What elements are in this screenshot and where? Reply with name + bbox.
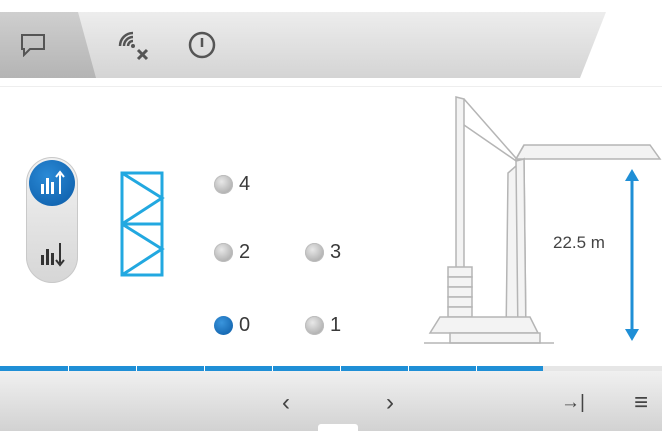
level-option-2[interactable]: 2	[214, 241, 250, 264]
mast-section-icon	[119, 170, 165, 283]
crane-diagram	[420, 95, 662, 356]
radio-indicator	[214, 175, 233, 194]
level-label: 2	[239, 241, 251, 263]
level-label: 0	[239, 314, 251, 336]
height-value: 22.5 m	[553, 233, 605, 252]
raise-mode-icon	[41, 170, 65, 194]
level-label: 3	[330, 241, 342, 263]
tab-bar-background	[0, 12, 606, 78]
next-button[interactable]: ›	[386, 391, 394, 415]
jump-to-end-button[interactable]: →|	[561, 391, 585, 415]
bottom-handle[interactable]	[318, 424, 358, 431]
radio-indicator	[214, 316, 233, 335]
menu-button[interactable]: ≡	[634, 391, 648, 415]
radio-indicator	[214, 243, 233, 262]
level-option-1[interactable]: 1	[305, 314, 341, 337]
lower-mode-icon	[41, 243, 65, 267]
radio-indicator	[305, 243, 324, 262]
level-option-3[interactable]: 3	[305, 241, 341, 264]
level-option-4[interactable]: 4	[214, 173, 250, 196]
level-label: 4	[239, 173, 251, 195]
raise-mode-option[interactable]	[29, 160, 75, 206]
mode-toggle[interactable]	[26, 157, 78, 283]
radio-indicator	[305, 316, 324, 335]
level-label: 1	[330, 314, 342, 336]
previous-button[interactable]: ‹	[282, 391, 290, 415]
level-option-0[interactable]: 0	[214, 314, 250, 337]
lower-mode-option[interactable]	[29, 231, 75, 277]
top-tab-bar	[0, 0, 662, 78]
header-divider	[0, 86, 662, 87]
